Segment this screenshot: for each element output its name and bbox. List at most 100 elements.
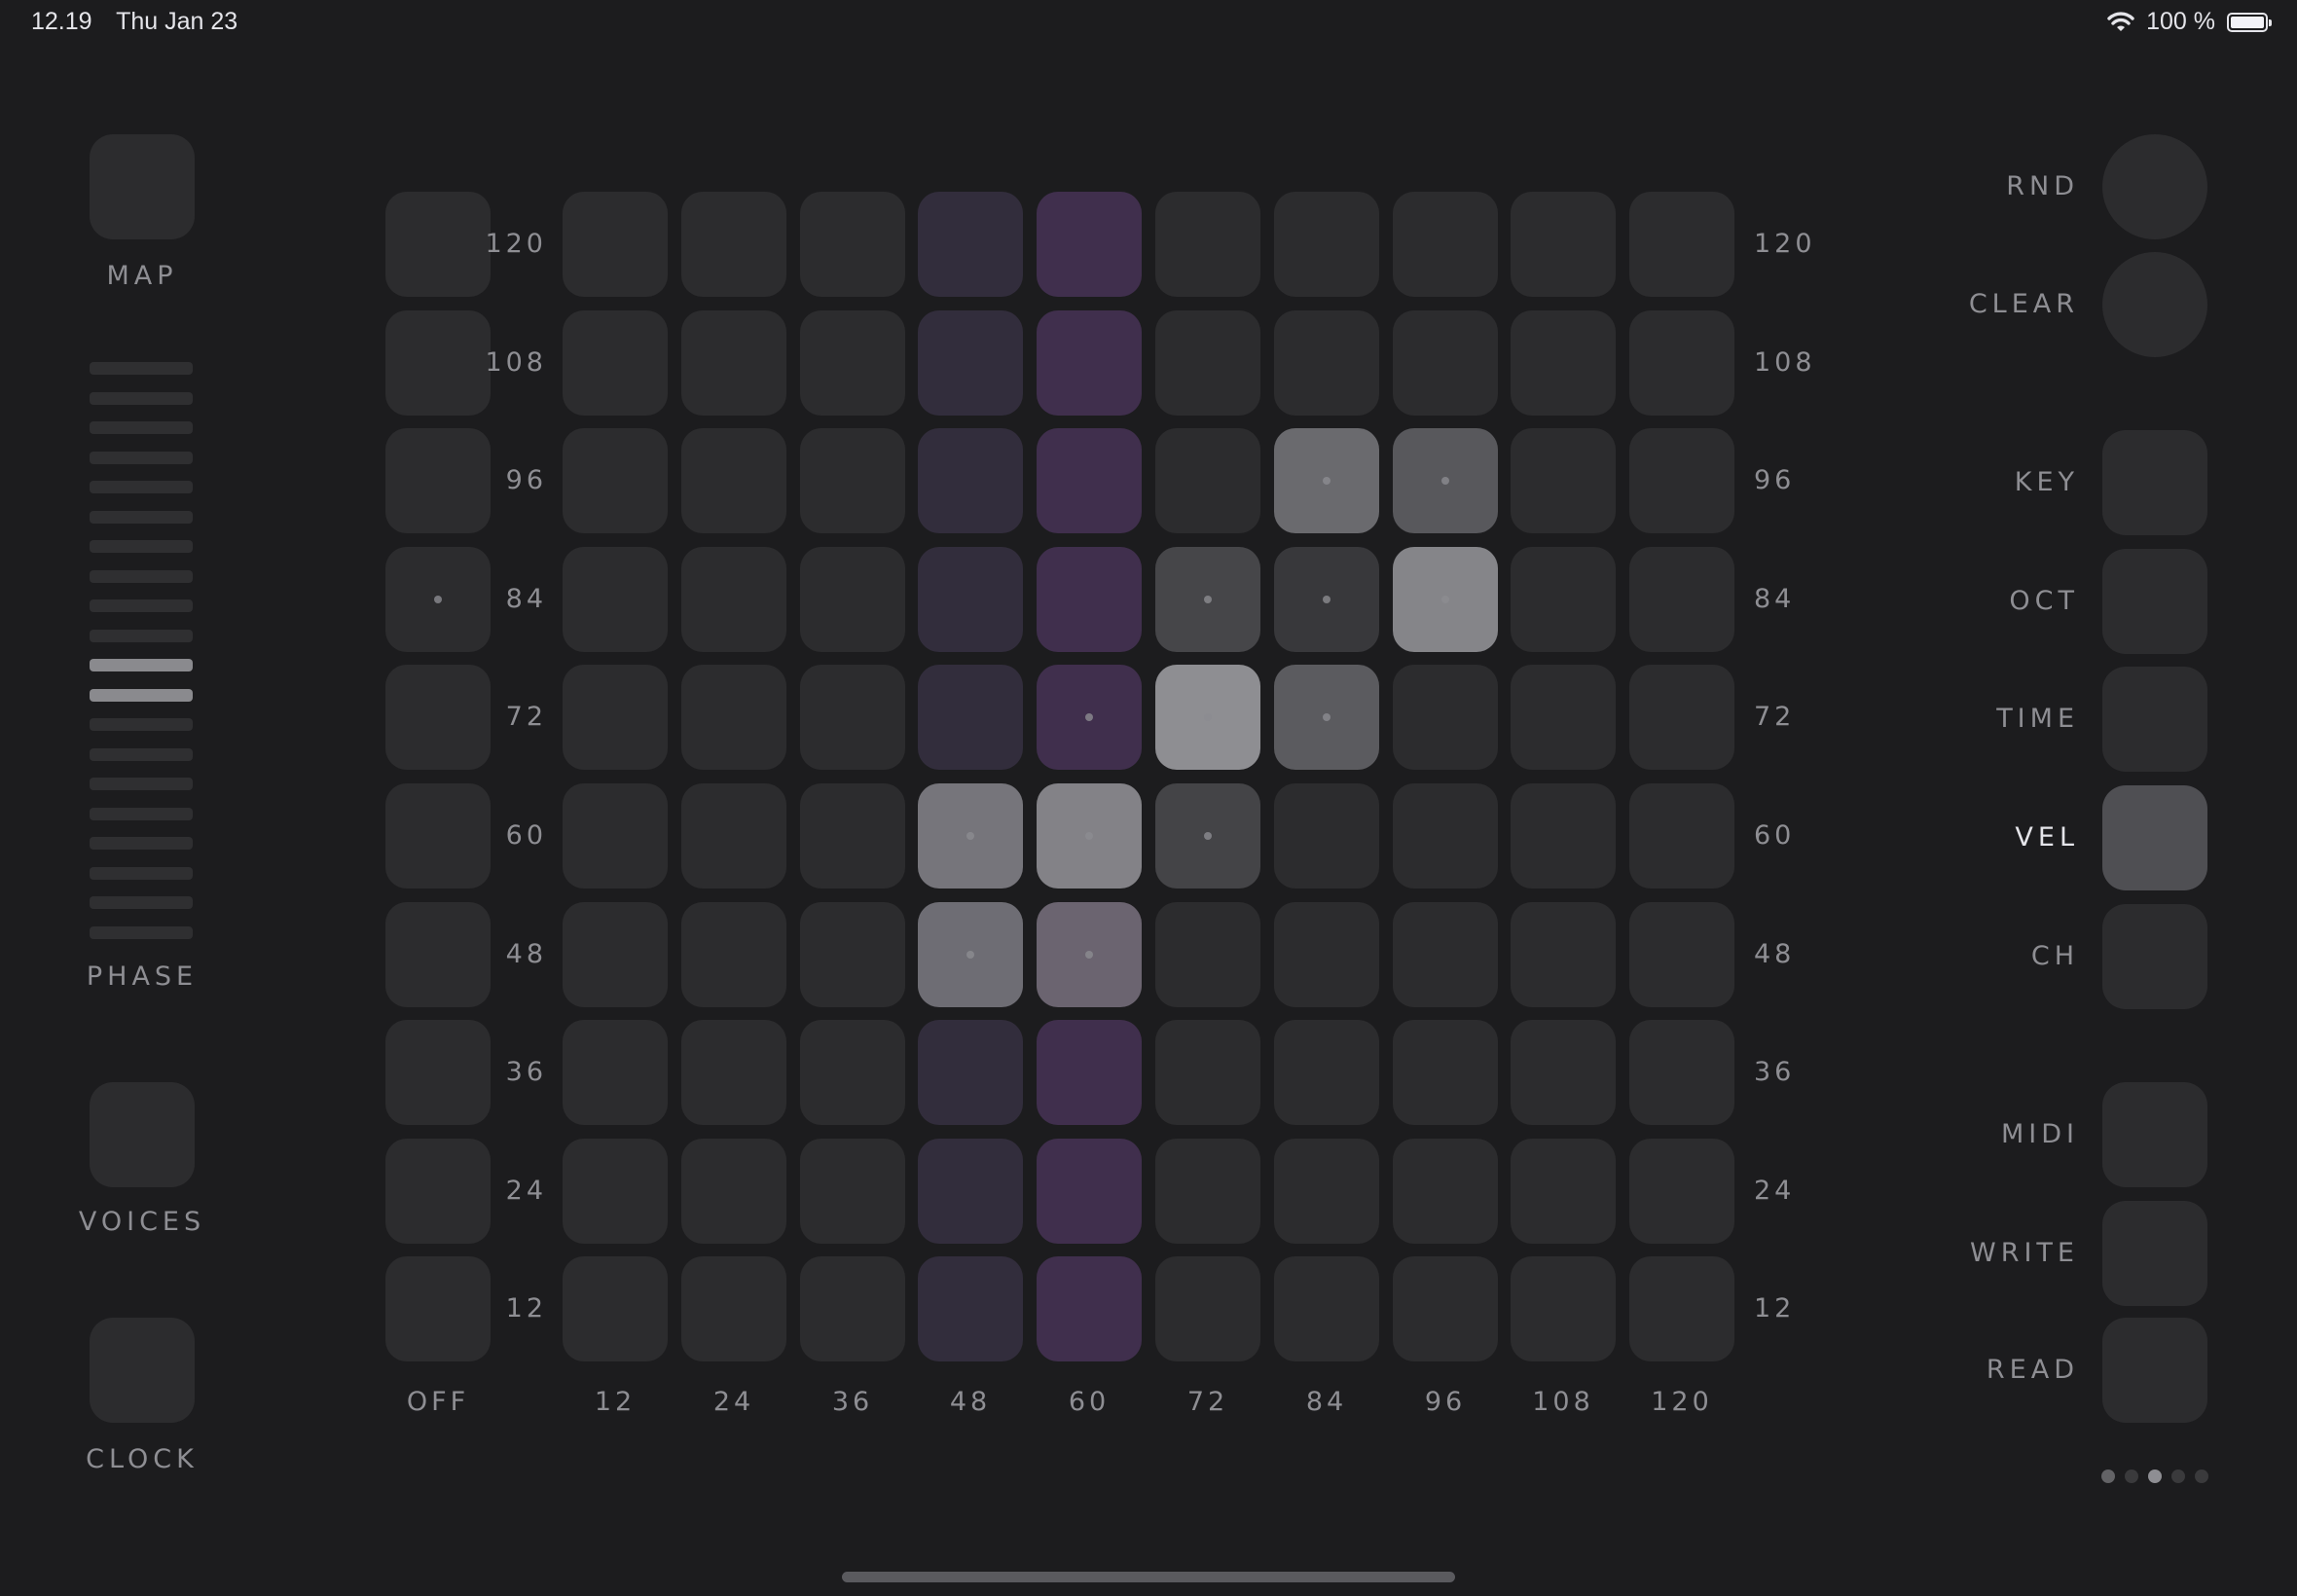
grid-cell[interactable] <box>563 783 668 889</box>
grid-cell[interactable] <box>1037 901 1142 1007</box>
grid-cell[interactable] <box>1629 1256 1734 1362</box>
grid-cell[interactable] <box>1155 428 1260 534</box>
grid-cell[interactable] <box>1393 192 1498 297</box>
grid-cell[interactable] <box>563 665 668 771</box>
grid-cell[interactable] <box>918 192 1023 297</box>
grid-cell[interactable] <box>681 1020 786 1126</box>
grid-cell[interactable] <box>1155 1020 1260 1126</box>
grid-cell[interactable] <box>1274 665 1379 771</box>
grid-cell[interactable] <box>918 546 1023 652</box>
page-dot[interactable] <box>2148 1469 2162 1483</box>
grid-cell[interactable] <box>918 901 1023 1007</box>
grid-cell[interactable] <box>800 309 905 416</box>
home-indicator[interactable] <box>842 1572 1455 1582</box>
clear-button[interactable] <box>2102 252 2207 357</box>
grid-cell[interactable] <box>800 192 905 297</box>
vel-button[interactable] <box>2102 785 2207 890</box>
rnd-button[interactable] <box>2102 134 2207 239</box>
grid-cell[interactable] <box>918 428 1023 534</box>
grid-cell[interactable] <box>1393 309 1498 416</box>
grid-cell[interactable] <box>1274 1138 1379 1244</box>
grid-cell[interactable] <box>800 1138 905 1244</box>
key-button[interactable] <box>2102 430 2207 535</box>
grid-cell[interactable] <box>1393 901 1498 1007</box>
read-button[interactable] <box>2102 1318 2207 1423</box>
grid-cell[interactable] <box>681 901 786 1007</box>
voices-button[interactable] <box>90 1082 195 1187</box>
grid-cell[interactable] <box>1511 309 1616 416</box>
grid-cell[interactable] <box>1037 783 1142 889</box>
grid-cell[interactable] <box>800 546 905 652</box>
ch-button[interactable] <box>2102 904 2207 1009</box>
page-dot[interactable] <box>2171 1469 2185 1483</box>
grid-cell[interactable] <box>1274 1256 1379 1362</box>
grid-cell[interactable] <box>563 546 668 652</box>
grid-cell[interactable] <box>1274 192 1379 297</box>
grid-cell[interactable] <box>1393 783 1498 889</box>
grid-cell[interactable] <box>1393 665 1498 771</box>
grid-cell[interactable] <box>1037 309 1142 416</box>
grid-cell[interactable] <box>1511 901 1616 1007</box>
grid-cell[interactable] <box>1037 1256 1142 1362</box>
grid-cell[interactable] <box>1511 665 1616 771</box>
grid-cell[interactable] <box>918 1020 1023 1126</box>
grid-cell[interactable] <box>918 665 1023 771</box>
grid-cell[interactable] <box>563 428 668 534</box>
grid-cell[interactable] <box>800 1020 905 1126</box>
grid-cell[interactable] <box>681 192 786 297</box>
grid-cell[interactable] <box>1393 1020 1498 1126</box>
grid-cell[interactable] <box>681 1256 786 1362</box>
grid-cell[interactable] <box>800 1256 905 1362</box>
grid-cell[interactable] <box>681 783 786 889</box>
grid-cell[interactable] <box>1274 546 1379 652</box>
oct-button[interactable] <box>2102 549 2207 654</box>
grid-cell[interactable] <box>1629 1020 1734 1126</box>
midi-button[interactable] <box>2102 1082 2207 1187</box>
clock-button[interactable] <box>90 1318 195 1423</box>
grid-cell[interactable] <box>1511 1256 1616 1362</box>
grid-cell[interactable] <box>1629 665 1734 771</box>
grid-cell[interactable] <box>1037 1020 1142 1126</box>
grid-cell[interactable] <box>563 1020 668 1126</box>
grid-cell[interactable] <box>1155 665 1260 771</box>
grid-cell[interactable] <box>918 1256 1023 1362</box>
grid-cell[interactable] <box>1393 1138 1498 1244</box>
grid-cell[interactable] <box>918 783 1023 889</box>
grid-cell[interactable] <box>1155 192 1260 297</box>
grid-cell[interactable] <box>1629 1138 1734 1244</box>
grid-cell[interactable] <box>1155 783 1260 889</box>
grid-cell[interactable] <box>563 901 668 1007</box>
page-dot[interactable] <box>2195 1469 2208 1483</box>
grid-cell[interactable] <box>563 192 668 297</box>
page-dot[interactable] <box>2101 1469 2115 1483</box>
grid-cell[interactable] <box>1037 546 1142 652</box>
grid-cell[interactable] <box>563 1256 668 1362</box>
grid-cell[interactable] <box>800 428 905 534</box>
grid-cell[interactable] <box>1393 1256 1498 1362</box>
grid-cell[interactable] <box>1037 1138 1142 1244</box>
grid-cell[interactable] <box>1037 428 1142 534</box>
grid-cell[interactable] <box>800 665 905 771</box>
grid-cell[interactable] <box>681 309 786 416</box>
grid-cell[interactable] <box>1629 783 1734 889</box>
grid-cell[interactable] <box>1155 901 1260 1007</box>
grid-cell[interactable] <box>1274 1020 1379 1126</box>
grid-cell[interactable] <box>1274 783 1379 889</box>
grid-cell[interactable] <box>681 546 786 652</box>
grid-cell[interactable] <box>1629 546 1734 652</box>
grid-cell[interactable] <box>1155 546 1260 652</box>
grid-cell[interactable] <box>1274 901 1379 1007</box>
time-button[interactable] <box>2102 667 2207 772</box>
grid-cell[interactable] <box>1274 428 1379 534</box>
grid-cell[interactable] <box>1511 1020 1616 1126</box>
page-dot[interactable] <box>2125 1469 2138 1483</box>
grid-cell[interactable] <box>1511 192 1616 297</box>
grid-cell[interactable] <box>800 901 905 1007</box>
grid-cell[interactable] <box>1037 665 1142 771</box>
grid-cell[interactable] <box>1511 546 1616 652</box>
grid-cell[interactable] <box>563 309 668 416</box>
grid-cell[interactable] <box>1155 309 1260 416</box>
grid-cell[interactable] <box>918 1138 1023 1244</box>
grid-cell[interactable] <box>563 1138 668 1244</box>
grid-cell[interactable] <box>681 1138 786 1244</box>
